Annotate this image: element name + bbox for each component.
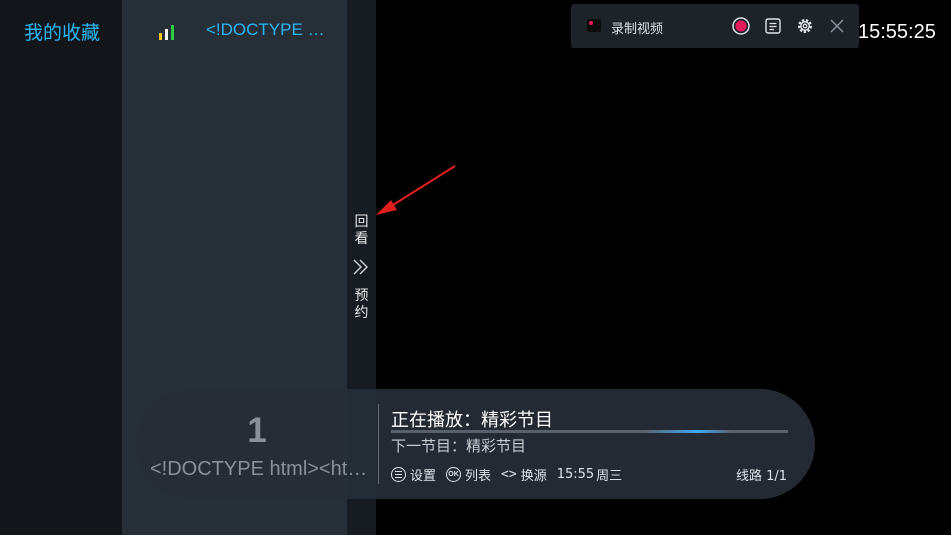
channel-full-name: <!DOCTYPE html><html><head> [150,458,374,480]
channel-list-item-name[interactable]: <!DOCTYPE html><html><head> [206,20,326,40]
datetime: 15:55 周三 [557,465,622,484]
recorder-title: 录制视频 [611,22,664,37]
signal-bars-icon [159,25,174,40]
weekday: 周三 [596,468,623,484]
switch-source-button[interactable]: <> 换源 [501,465,547,484]
program-progress-fill [391,430,733,433]
category-title[interactable]: 我的收藏 [24,18,100,45]
record-button[interactable] [731,16,751,36]
line-info[interactable]: 线路 1/1 [736,465,787,484]
gear-icon[interactable] [795,16,815,36]
screen-recorder-toolbar: 录制视频 [571,4,859,48]
menu-icon [391,466,406,482]
side-menu-booking-label: 预约 [354,288,369,321]
control-hints: 设置 OK 列表 <> 换源 15:55 周三 [391,465,632,484]
current-time: 15:55 [556,466,595,482]
program-progress-bar [391,430,788,433]
video-camera-icon [587,19,601,32]
list-button[interactable] [763,16,783,36]
side-menu-replay[interactable]: 回看 [347,214,376,248]
list-button[interactable]: OK 列表 [446,465,491,484]
close-icon[interactable] [827,16,847,36]
divider [378,404,379,484]
settings-button[interactable]: 设置 [391,465,436,484]
settings-label: 设置 [410,468,437,484]
chevron-left-right-icon: <> [501,466,517,482]
clock: 15:55:25 [858,21,936,43]
list-label: 列表 [465,468,492,484]
channel-number: 1 [247,411,267,450]
now-playing-title: 正在播放：精彩节目 [391,410,553,431]
double-chevron-right-icon [353,259,368,275]
category-panel [0,0,122,535]
program-info-bar: 1 <!DOCTYPE html><html><head> 正在播放：精彩节目 … [136,389,815,499]
ok-icon: OK [446,466,462,482]
annotation-arrow-icon [376,165,456,215]
side-menu-replay-label: 回看 [354,214,369,247]
side-menu-booking[interactable]: 预约 [347,288,376,322]
next-program: 下一节目：精彩节目 [391,437,527,455]
switch-source-label: 换源 [520,468,547,484]
